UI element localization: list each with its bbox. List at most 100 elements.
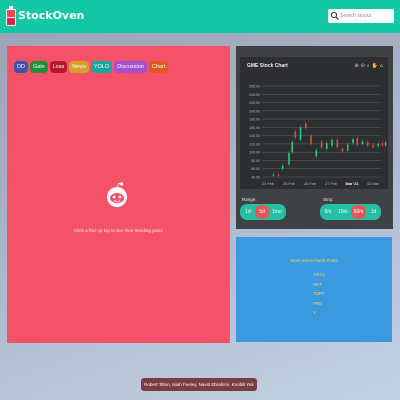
candle[interactable]	[341, 146, 344, 154]
ticker-item[interactable]: PRE	[313, 299, 326, 309]
y-tick-label: 120.00	[249, 142, 260, 146]
candle-body	[315, 150, 318, 157]
candle-body	[310, 135, 312, 144]
candle[interactable]	[299, 125, 302, 142]
pan-icon[interactable]: ✋	[372, 63, 378, 69]
step-1d-button[interactable]: 1d	[366, 205, 380, 219]
ticker-list: ORCL RKT TDRT PRE Y	[313, 270, 326, 318]
flair-panel: DD Gain Loss News YOLO Discussion Chart Click …	[7, 46, 230, 343]
candle[interactable]	[347, 142, 349, 153]
candle[interactable]	[277, 172, 280, 178]
candle[interactable]	[336, 137, 339, 150]
candle-body	[294, 131, 297, 138]
reddit-logo-icon	[107, 182, 127, 207]
candle[interactable]	[281, 163, 284, 171]
x-tick-label: 25 Feb	[283, 182, 295, 186]
candle-body	[377, 143, 380, 147]
candle[interactable]	[272, 172, 275, 178]
candle-body	[356, 138, 359, 145]
navbar: StockOven	[0, 0, 400, 33]
candle-body	[320, 141, 323, 148]
ticker-item[interactable]: ORCL	[313, 270, 326, 280]
candle[interactable]	[356, 136, 359, 147]
candle[interactable]	[366, 140, 369, 148]
y-tick-label: 220.00	[249, 101, 260, 105]
candle[interactable]	[291, 139, 293, 155]
y-tick-label: 260.00	[249, 85, 260, 89]
candle[interactable]	[381, 141, 384, 148]
stockoven-logo-icon[interactable]	[6, 4, 16, 28]
flair-loss-button[interactable]: Loss	[49, 61, 68, 73]
x-tick-label: 26 Feb	[304, 182, 316, 186]
candle[interactable]	[326, 141, 328, 151]
y-tick-label: 160.00	[249, 126, 260, 130]
x-tick-label: 02 Mar	[367, 182, 380, 186]
candle[interactable]	[377, 141, 380, 149]
range-1d-button[interactable]: 1d	[241, 205, 255, 219]
flair-hint-text: Click a flair up top to see their trendi…	[74, 228, 163, 233]
ticker-item[interactable]: Y	[313, 308, 326, 318]
candle-body	[299, 127, 302, 140]
y-tick-label: 80.00	[251, 159, 260, 163]
candle[interactable]	[320, 139, 323, 150]
flair-dd-button[interactable]: DD	[14, 61, 28, 73]
y-tick-label: 200.00	[249, 109, 260, 113]
step-60m-button[interactable]: 60m	[350, 205, 367, 219]
candle[interactable]	[288, 151, 290, 167]
candle[interactable]	[294, 129, 297, 140]
candle-body	[347, 144, 349, 151]
brand-name[interactable]: StockOven	[18, 9, 84, 22]
candle[interactable]	[372, 142, 374, 150]
y-tick-label: 180.00	[249, 118, 260, 122]
candle-body	[326, 143, 328, 149]
candle-body	[361, 141, 364, 144]
chart-title: GME Stock Chart	[247, 63, 288, 69]
search-box[interactable]	[328, 9, 394, 23]
active-posts-title: Most active r/wsb Posts	[290, 258, 338, 263]
candle-body	[341, 148, 344, 152]
flair-news-button[interactable]: News	[69, 61, 89, 73]
zoom-out-icon[interactable]: ⊖	[361, 63, 365, 69]
candle-body	[277, 174, 280, 176]
search-icon	[330, 11, 339, 20]
candle-body	[331, 139, 333, 146]
active-posts-card: Most active r/wsb Posts ORCL RKT TDRT PRE Y	[236, 237, 392, 342]
flair-chart-button[interactable]: Chart	[148, 61, 169, 73]
range-5d-button[interactable]: 5d	[255, 205, 269, 219]
candle[interactable]	[331, 137, 333, 148]
flair-discussion-button[interactable]: Discussion	[114, 61, 147, 73]
zoom-in-icon[interactable]: ⊕	[354, 63, 358, 69]
x-tick-label: Mar '21	[346, 182, 359, 186]
flair-gain-button[interactable]: Gain	[29, 61, 48, 73]
candle[interactable]	[384, 140, 387, 148]
range-label: Range:	[242, 197, 257, 202]
step-15m-button[interactable]: 15m	[335, 205, 351, 219]
chart-area[interactable]: 260.00 240.00 220.00 200.00 180.00 160.00 140.…	[240, 57, 388, 189]
candle[interactable]	[315, 148, 318, 159]
home-icon[interactable]: ⌂	[380, 63, 383, 69]
x-tick-label: 27 Feb	[325, 182, 337, 186]
step-5m-button[interactable]: 5m	[321, 205, 335, 219]
y-tick-label: 140.00	[249, 134, 260, 138]
y-tick-label: 60.00	[251, 167, 260, 171]
search-input[interactable]	[340, 10, 392, 22]
candle-body	[384, 142, 387, 146]
candle[interactable]	[305, 121, 307, 131]
candle[interactable]	[361, 139, 364, 146]
candle-body	[305, 123, 307, 129]
step-button-group: 5m 15m 60m 1d	[320, 204, 382, 220]
candle-body	[272, 174, 275, 176]
candle-body	[372, 144, 374, 148]
candle-body	[336, 139, 339, 148]
ticker-item[interactable]: TDRT	[313, 289, 326, 299]
stock-chart-card: 260.00 240.00 220.00 200.00 180.00 160.00 140.…	[236, 46, 393, 229]
range-1mo-button[interactable]: 1mo	[269, 205, 285, 219]
candle-body	[381, 143, 384, 146]
ticker-item[interactable]: RKT	[313, 280, 326, 290]
candle-body	[291, 141, 293, 153]
candle-body	[352, 138, 354, 144]
zoom-selection-icon[interactable]: ⌕	[367, 63, 370, 69]
y-tick-label: 40.00	[251, 176, 260, 180]
flair-yolo-button[interactable]: YOLO	[90, 61, 113, 73]
candlestick-chart[interactable]: 260.00 240.00 220.00 200.00 180.00 160.00 140.…	[240, 57, 388, 189]
